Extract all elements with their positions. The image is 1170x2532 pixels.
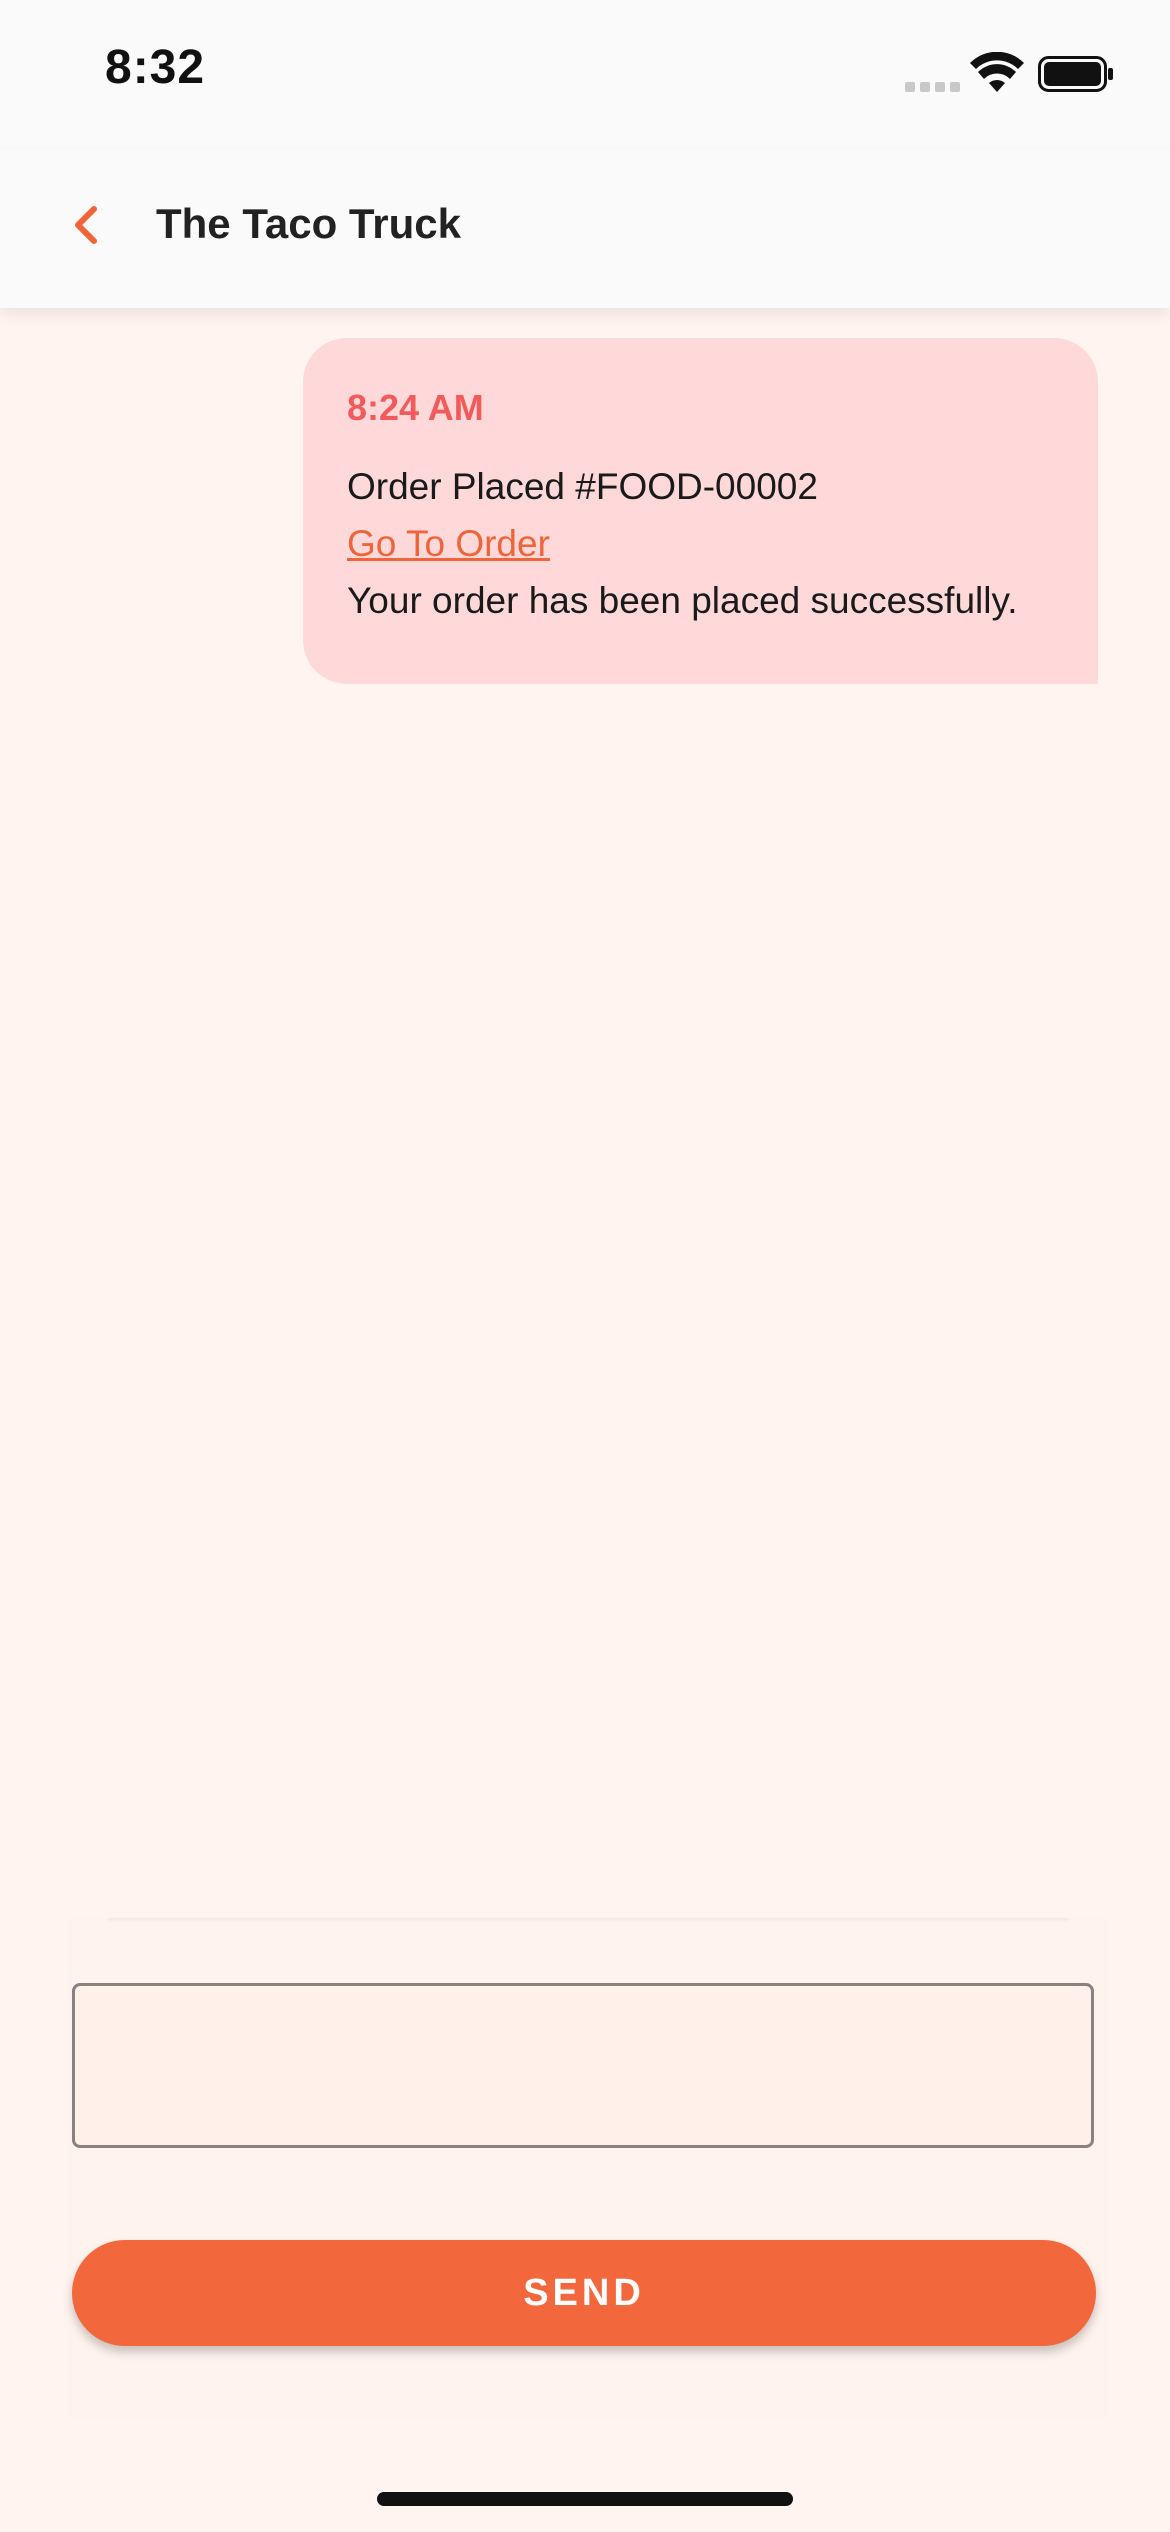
message-body: Your order has been placed successfully. [347, 580, 1018, 621]
bottom-safe-area [0, 2418, 1170, 2532]
composer-divider [108, 1918, 1068, 1922]
app-bar: The Taco Truck [0, 150, 1170, 308]
chevron-left-icon [75, 206, 97, 244]
send-button[interactable]: SEND [72, 2240, 1096, 2346]
cellular-signal-icon [905, 82, 961, 92]
status-time: 8:32 [105, 41, 206, 94]
home-indicator [377, 2492, 793, 2506]
page-title: The Taco Truck [156, 200, 461, 247]
wifi-icon [970, 52, 1024, 92]
back-button[interactable] [50, 190, 120, 260]
status-bar: 8:32 [0, 0, 1170, 150]
go-to-order-link[interactable]: Go To Order [347, 515, 550, 572]
message-input[interactable] [72, 1983, 1094, 2148]
message-timestamp: 8:24 AM [347, 387, 484, 428]
message-composer: SEND [68, 1918, 1108, 2418]
battery-icon [1038, 56, 1113, 92]
message-bubble: 8:24 AM Order Placed #FOOD-00002 Go To O… [303, 338, 1098, 684]
message-title: Order Placed #FOOD-00002 [347, 466, 818, 507]
chat-message-list[interactable]: 8:24 AM Order Placed #FOOD-00002 Go To O… [0, 308, 1170, 1918]
